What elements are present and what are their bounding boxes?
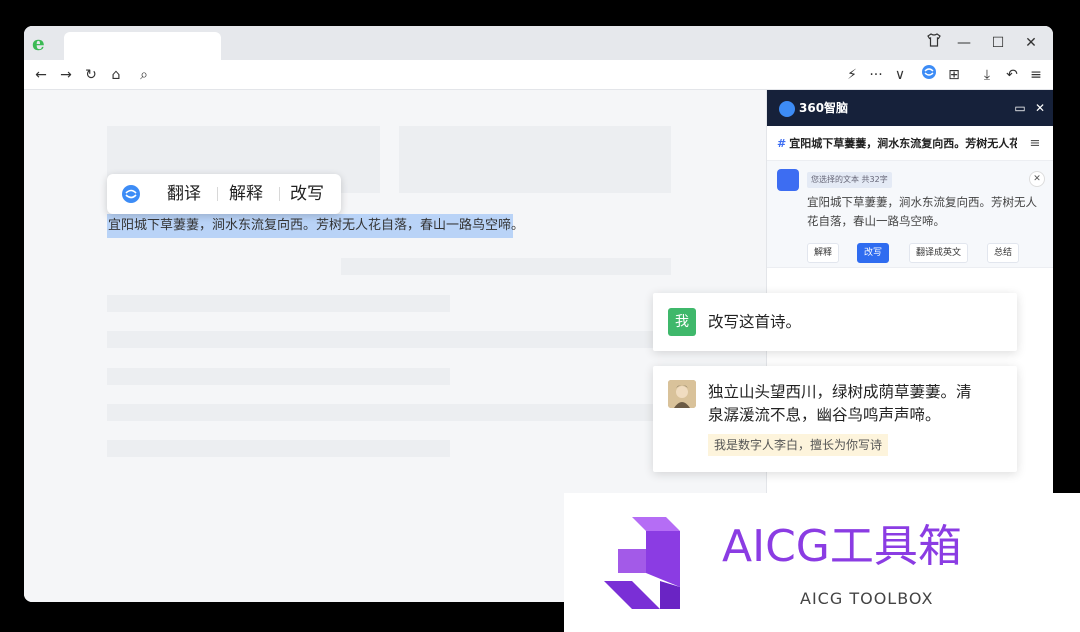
reload-icon[interactable]: ↻ — [80, 64, 102, 86]
user-avatar: 我 — [668, 308, 696, 336]
char-count-chip: 您选择的文本 共32字 — [807, 172, 892, 188]
summary-button[interactable]: 总结 — [987, 243, 1020, 263]
undo-icon[interactable]: ↶ — [1001, 64, 1023, 86]
translate-english-button[interactable]: 翻译成英文 — [909, 243, 969, 263]
toolbox-title: AICG工具箱 — [722, 521, 962, 572]
tab-bar: e — ☐ ✕ — [24, 26, 1053, 60]
placeholder-block — [399, 126, 671, 193]
divider — [217, 187, 218, 201]
placeholder-line — [107, 331, 671, 348]
placeholder-line — [107, 368, 450, 385]
search-icon[interactable]: ⌕ — [133, 64, 155, 86]
user-message-text: 改写这首诗。 — [708, 313, 802, 331]
browser-logo-icon: e — [32, 31, 45, 55]
close-icon[interactable]: ✕ — [1029, 171, 1045, 187]
user-message: 我 改写这首诗。 — [653, 293, 1017, 351]
nav-toolbar: ← → ↻ ⌂ ⌕ ⚡ ··· ∨ ⊞ ⤓ ↶ ≡ — [24, 60, 1053, 90]
watermark-banner: AICG工具箱 AICG TOOLBOX — [564, 493, 1080, 632]
placeholder-line — [107, 404, 671, 421]
ai-assistant-icon — [777, 169, 799, 191]
maximize-button[interactable]: ☐ — [985, 32, 1011, 54]
feedback-icon[interactable]: ▭ — [1011, 99, 1029, 117]
explain-button[interactable]: 解释 — [229, 183, 263, 205]
home-icon[interactable]: ⌂ — [105, 64, 127, 86]
minimize-button[interactable]: — — [951, 32, 977, 54]
rewrite-button[interactable]: 改写 — [290, 183, 324, 205]
selection-card: 您选择的文本 共32字 ✕ 宜阳城下草萋萋，涧水东流复向西。芳树无人花自落，春山… — [767, 160, 1053, 268]
brand-logo-icon — [779, 100, 795, 117]
placeholder-line — [341, 258, 671, 275]
ai-assistant-icon[interactable] — [918, 64, 940, 86]
conversation-title: # 宜阳城下草萋萋，涧水东流复向西。芳树无人花... — [777, 137, 1017, 150]
forward-icon[interactable]: → — [55, 64, 77, 86]
assistant-message-line-2: 泉潺湲流不息，幽谷鸟鸣声声啼。 — [708, 406, 941, 424]
brand-name: 360智脑 — [799, 101, 849, 115]
assistant-message: 独立山头望西川，绿树成荫草萋萋。清 泉潺湲流不息，幽谷鸟鸣声声啼。 我是数字人李… — [653, 366, 1017, 472]
toolbox-subtitle: AICG TOOLBOX — [800, 589, 934, 608]
download-icon[interactable]: ⤓ — [976, 64, 998, 86]
apps-icon[interactable]: ⊞ — [943, 64, 965, 86]
close-button[interactable]: ✕ — [1018, 32, 1044, 54]
assistant-hint: 我是数字人李白，擅长为你写诗 — [708, 434, 889, 456]
divider — [279, 187, 280, 201]
shirt-icon[interactable] — [921, 32, 947, 54]
flash-icon[interactable]: ⚡ — [841, 64, 863, 86]
menu-icon[interactable]: ≡ — [1027, 135, 1043, 153]
libai-avatar — [668, 380, 696, 408]
more-icon[interactable]: ··· — [865, 64, 887, 86]
ai-assistant-icon[interactable] — [121, 184, 141, 204]
sidebar-close-icon[interactable]: ✕ — [1031, 99, 1049, 117]
sidebar-brand: 360智脑 — [779, 99, 848, 117]
toolbox-logo-icon — [604, 511, 712, 615]
selected-text[interactable]: 宜阳城下草萋萋，涧水东流复向西。芳树无人花自落，春山一路鸟空啼。 — [107, 214, 524, 238]
translate-button[interactable]: 翻译 — [167, 183, 201, 205]
assistant-message-line-1: 独立山头望西川，绿树成荫草萋萋。清 — [708, 383, 972, 401]
tab-active[interactable] — [64, 32, 221, 60]
placeholder-line — [107, 440, 450, 457]
chevron-down-icon[interactable]: ∨ — [889, 64, 911, 86]
placeholder-line — [107, 295, 450, 312]
explain-action-button[interactable]: 解释 — [807, 243, 840, 263]
rewrite-action-button[interactable]: 改写 — [857, 243, 890, 263]
sidebar-header: 360智脑 ▭ ✕ — [767, 90, 1053, 126]
menu-icon[interactable]: ≡ — [1025, 64, 1047, 86]
selected-text-preview: 宜阳城下草萋萋，涧水东流复向西。芳树无人花自落，春山一路鸟空啼。 — [807, 195, 1037, 228]
selection-popup: 翻译 解释 改写 — [107, 174, 341, 214]
back-icon[interactable]: ← — [30, 64, 52, 86]
